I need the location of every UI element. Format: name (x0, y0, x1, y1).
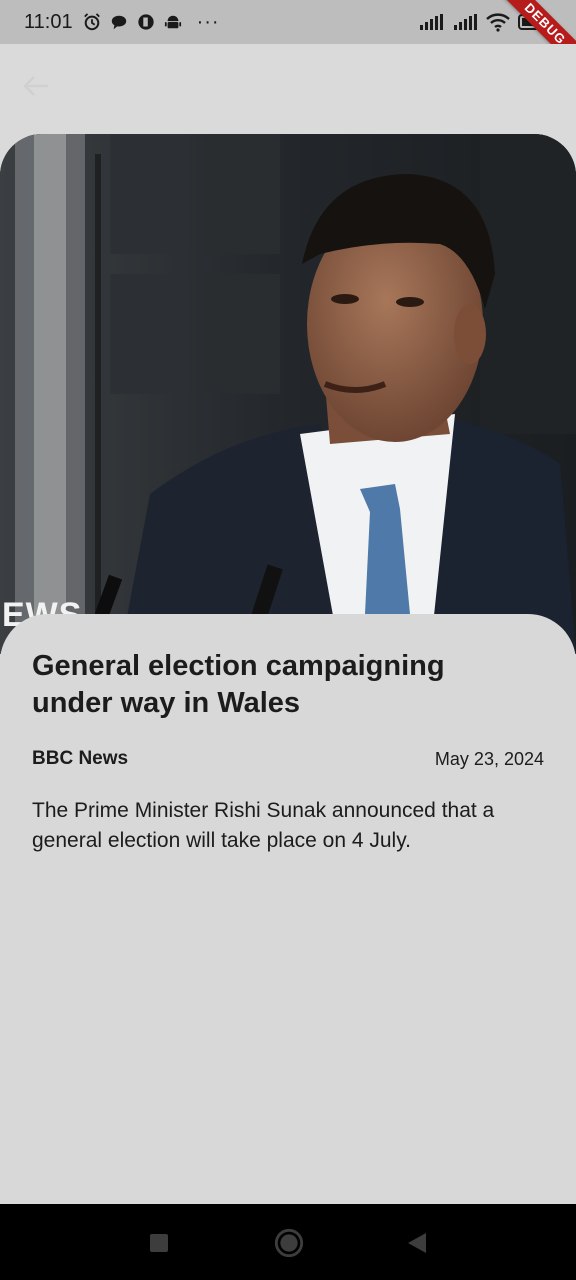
wifi-icon (486, 13, 510, 32)
alarm-icon (83, 13, 100, 31)
android-icon (164, 15, 181, 29)
article-date: May 23, 2024 (434, 748, 544, 769)
system-nav-bar (0, 1204, 576, 1280)
article-meta: BBC News May 23, 2024 (32, 748, 544, 770)
more-notifications-indicator: ··· (196, 10, 220, 33)
status-notification-icons: ··· (83, 11, 220, 34)
article-description: The Prime Minister Rishi Sunak announced… (32, 799, 495, 852)
home-icon[interactable] (274, 1228, 304, 1258)
chat-icon (111, 15, 126, 30)
article-photo (0, 134, 576, 654)
article-card: General election campaigning under way i… (0, 614, 576, 1204)
article-title: General election campaigning under way i… (32, 650, 445, 719)
status-time: 11:01 (24, 10, 73, 33)
recents-icon[interactable] (146, 1230, 172, 1256)
article-image: EWS (0, 134, 576, 654)
back-button[interactable] (22, 74, 62, 104)
signal-icon (454, 14, 477, 30)
back-icon[interactable] (404, 1230, 430, 1256)
arrow-back-icon (23, 76, 48, 96)
app-bar (0, 44, 576, 134)
signal-icon (420, 14, 443, 30)
app-icon (137, 14, 154, 30)
status-bar: 11:01 ··· (0, 0, 576, 44)
article-source: BBC News (32, 748, 129, 769)
